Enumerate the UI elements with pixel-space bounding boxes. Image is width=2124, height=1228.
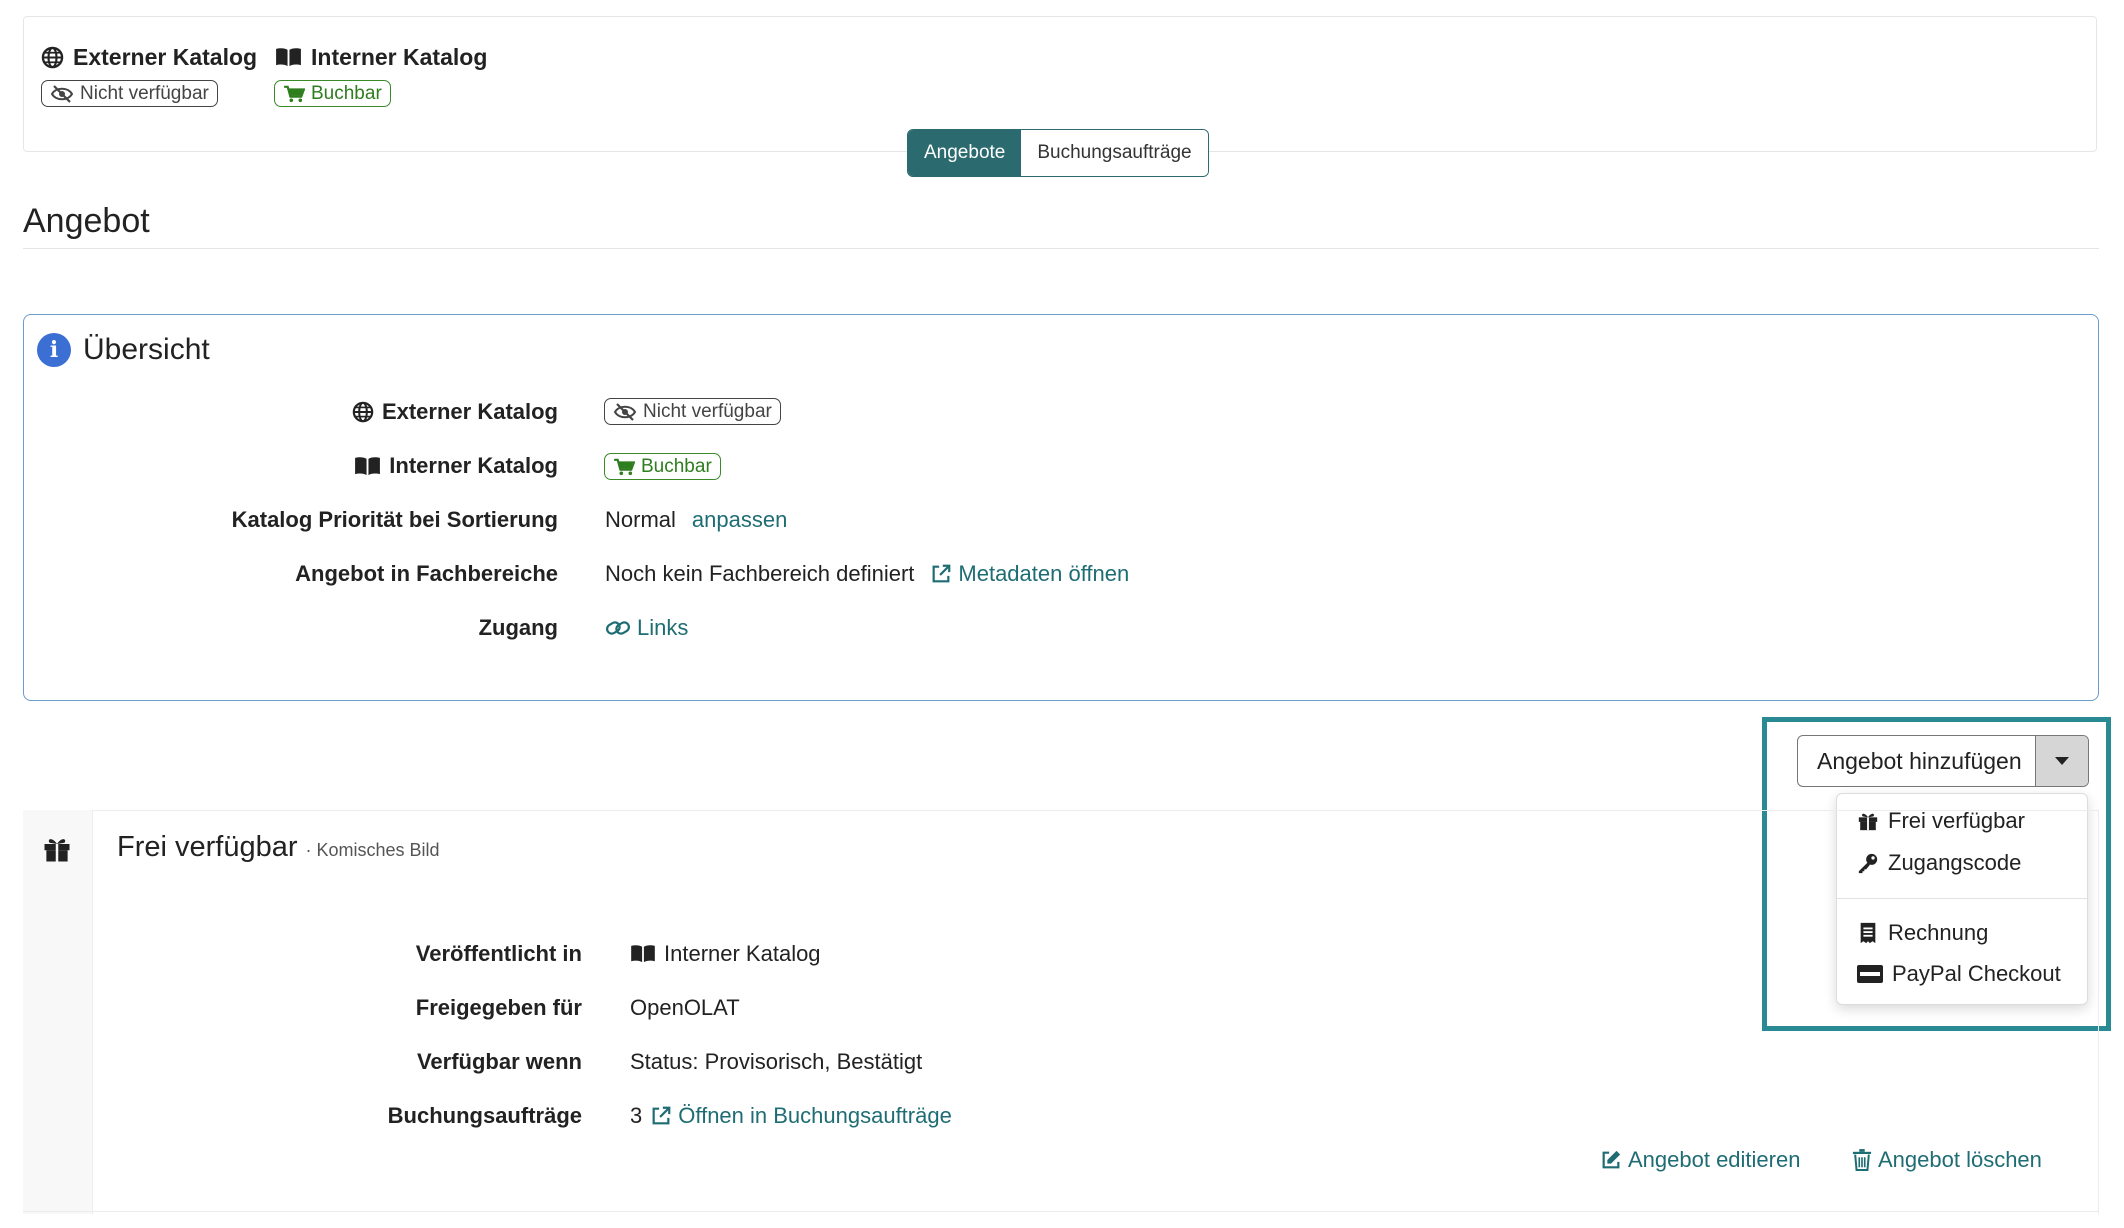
add-offer-split-button: Angebot hinzufügen: [1797, 735, 2089, 787]
edit-icon: [1600, 1149, 1622, 1171]
external-catalog-status-badge: Nicht verfügbar: [604, 398, 781, 425]
offer-name: Frei verfügbar: [117, 831, 298, 863]
book-open-icon: [354, 456, 381, 477]
tab-buchungsauftraege[interactable]: Buchungsaufträge: [1021, 130, 1208, 176]
trash-icon: [1852, 1149, 1872, 1171]
divider: [23, 1211, 2099, 1212]
view-tabs: Angebote Buchungsaufträge: [907, 129, 1209, 177]
released-value: OpenOLAT: [630, 995, 740, 1020]
internal-catalog-status-badge: Buchbar: [274, 80, 391, 107]
eye-slash-icon: [613, 402, 637, 421]
priority-label: Katalog Priorität bei Sortierung: [231, 507, 558, 532]
offer-type-sidebar: [23, 810, 93, 1214]
internal-catalog-title: Interner Katalog: [275, 44, 487, 71]
cart-icon: [613, 458, 635, 476]
book-open-icon: [275, 47, 302, 68]
globe-icon: [352, 401, 374, 423]
access-label: Zugang: [478, 615, 558, 640]
external-catalog-status-badge: Nicht verfügbar: [41, 80, 218, 107]
cart-icon: [283, 85, 305, 103]
open-bookings-link[interactable]: Öffnen in Buchungsaufträge: [650, 1103, 952, 1129]
fields-value: Noch kein Fachbereich definiert: [605, 561, 915, 586]
globe-icon: [41, 46, 64, 69]
tab-angebote[interactable]: Angebote: [908, 130, 1022, 176]
link-icon: [605, 618, 631, 638]
bookings-count: 3: [630, 1103, 643, 1128]
available-label: Verfügbar wenn: [416, 1049, 582, 1074]
bookings-value-row: 3 Öffnen in Buchungsaufträge: [630, 1100, 952, 1132]
open-metadata-link[interactable]: Metadaten öffnen: [930, 561, 1129, 587]
access-value-row: Links: [605, 612, 688, 644]
fields-value-row: Noch kein Fachbereich definiert Metadate…: [605, 558, 1129, 590]
external-link-icon: [930, 563, 952, 585]
page-title: Angebot: [23, 202, 150, 240]
released-label: Freigegeben für: [415, 995, 582, 1020]
priority-value-row: Normal anpassen: [605, 504, 787, 536]
edit-offer-button[interactable]: Angebot editieren: [1600, 1147, 1800, 1173]
offer-subtitle: · Komisches Bild: [305, 840, 440, 860]
eye-slash-icon: [50, 84, 74, 103]
priority-value: Normal: [605, 507, 676, 532]
add-offer-dropdown-toggle[interactable]: [2035, 736, 2088, 786]
info-icon: i: [37, 333, 71, 367]
fields-label: Angebot in Fachbereiche: [295, 561, 558, 586]
gift-icon: [42, 834, 72, 864]
overview-header: i Übersicht: [37, 333, 210, 367]
external-catalog-title: Externer Katalog: [41, 44, 257, 71]
external-catalog-label: Externer Katalog: [150, 396, 558, 428]
published-label: Veröffentlicht in: [415, 941, 582, 966]
internal-catalog-status-badge: Buchbar: [604, 453, 721, 480]
published-value: Interner Katalog: [630, 938, 821, 970]
access-links-link[interactable]: Links: [605, 615, 688, 641]
available-value: Status: Provisorisch, Bestätigt: [630, 1049, 923, 1074]
divider: [23, 248, 2099, 249]
offer-actions-delete: Angebot löschen: [1852, 1144, 2042, 1176]
add-offer-button[interactable]: Angebot hinzufügen: [1798, 736, 2035, 786]
bookings-label: Buchungsaufträge: [387, 1103, 582, 1128]
book-open-icon: [630, 944, 656, 964]
delete-offer-button[interactable]: Angebot löschen: [1852, 1147, 2042, 1173]
internal-catalog-label: Interner Katalog: [150, 450, 558, 482]
caret-down-icon: [2054, 756, 2070, 766]
offer-actions: Angebot editieren: [1600, 1144, 1800, 1176]
external-link-icon: [650, 1105, 672, 1127]
adjust-priority-link[interactable]: anpassen: [692, 507, 787, 533]
offer-title: Frei verfügbar · Komisches Bild: [117, 831, 440, 864]
